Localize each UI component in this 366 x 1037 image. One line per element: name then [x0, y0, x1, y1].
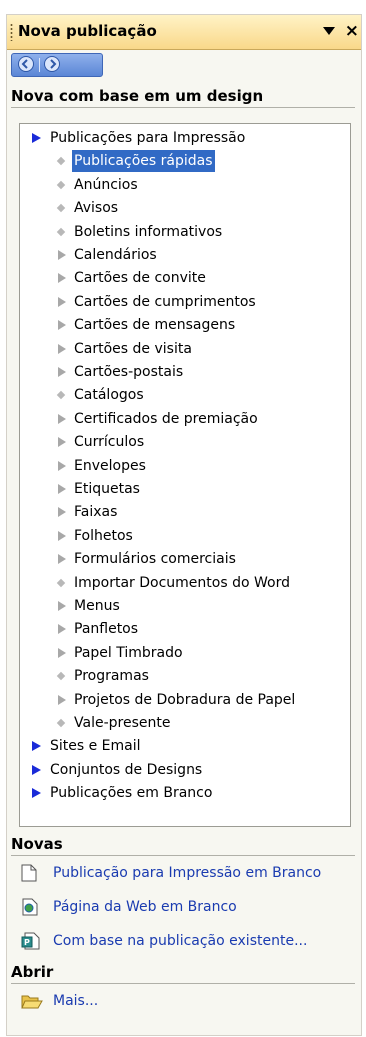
tree-item-label: Menus [74, 598, 120, 614]
web-page-icon [22, 898, 38, 916]
tree-item-label: Cartões de mensagens [74, 317, 236, 334]
expand-arrow-icon [58, 484, 66, 494]
tree-item-label: Papel Timbrado [74, 644, 183, 661]
bullet-dot-icon [56, 718, 66, 728]
close-icon[interactable]: × [345, 21, 359, 41]
tree-item-label: Cartões de cumprimentos [74, 293, 256, 310]
design-section-heading: Nova com base em um design [11, 87, 355, 108]
bullet-dot-icon [56, 227, 66, 236]
tree-item-label: Vale-presente [74, 715, 171, 731]
tree-item-label: Importar Documentos do Word [74, 574, 290, 591]
open-section-heading: Abrir [11, 963, 355, 984]
task-pane-title: Nova publicação [18, 22, 157, 40]
expand-arrow-icon [58, 601, 66, 611]
arrow-left-icon [21, 59, 28, 69]
bullet-dot-icon [56, 203, 66, 213]
back-button[interactable] [18, 56, 34, 72]
bullet-dot-icon [56, 157, 66, 166]
nav-separator [39, 58, 40, 72]
tree-item-label: Avisos [74, 200, 119, 217]
pane-menu-dropdown-icon[interactable] [323, 27, 335, 35]
task-pane-title-bar: Nova publicação × [7, 15, 361, 50]
arrow-right-icon [50, 59, 57, 69]
tree-item-label: Certificados de premiação [74, 410, 258, 427]
forward-button[interactable] [44, 56, 60, 72]
expand-arrow-icon [58, 250, 66, 260]
tree-item-label: Etiquetas [74, 481, 140, 497]
expand-arrow-icon [58, 273, 66, 284]
expand-arrow-icon [58, 554, 66, 565]
tree-item-label: Faixas [74, 504, 118, 521]
from-existing-publication-label: Com base na publicação existente... [53, 933, 308, 949]
tree-item-label: Publicações para Impressão [50, 130, 246, 146]
blank-web-page-label: Página da Web em Branco [53, 899, 237, 915]
expand-arrow-icon [58, 296, 66, 307]
expand-arrow-icon [32, 764, 41, 775]
tree-item-label: Sites e Email [50, 738, 141, 755]
tree-item-label: Currículos [74, 434, 145, 451]
expand-arrow-icon [58, 624, 66, 635]
tree-item-label: Projetos de Dobradura de Papel [74, 691, 296, 708]
expand-arrow-icon [58, 437, 66, 448]
tree-item-label: Publicações rápidas [72, 150, 215, 173]
tree-item-label: Conjuntos de Designs [50, 761, 203, 778]
tree-item-label: Cartões de convite [74, 270, 206, 287]
expand-arrow-icon [32, 788, 41, 799]
task-pane: Nova publicação × Nova com base em um de… [6, 14, 362, 1036]
tree-item-label: Envelopes [74, 457, 146, 474]
tree-item-label: Calendários [74, 247, 157, 263]
tree-item-label: Folhetos [74, 527, 133, 544]
expand-arrow-icon [58, 647, 66, 658]
design-tree: Publicações para Impressão Publicações rá… [19, 123, 351, 827]
expand-arrow-icon [32, 741, 41, 752]
bullet-dot-icon [56, 391, 66, 400]
bullet-dot-icon [56, 180, 66, 190]
svg-text:P: P [24, 938, 30, 947]
expand-arrow-icon [58, 343, 66, 354]
expand-arrow-icon [58, 320, 66, 331]
blank-print-publication-label: Publicação para Impressão em Branco [53, 865, 322, 881]
tree-item-label: Boletins informativos [74, 223, 223, 240]
tree-item-label: Anúncios [74, 176, 138, 193]
expand-arrow-icon [58, 694, 66, 705]
navigation-bar [11, 53, 103, 77]
blank-page-icon [21, 864, 37, 882]
drag-grip-handle[interactable] [10, 23, 13, 41]
tree-item-label: Catálogos [74, 387, 144, 404]
tree-item-label: Panfletos [74, 621, 139, 638]
bullet-dot-icon [56, 578, 66, 587]
expand-arrow-icon [58, 460, 66, 471]
bullet-dot-icon [56, 671, 66, 681]
tree-item-label: Programas [74, 668, 149, 685]
expand-arrow-icon [32, 133, 41, 143]
tree-item-label: Formulários comerciais [74, 551, 236, 568]
expand-arrow-icon [58, 507, 66, 518]
tree-item-label: Publicações em Branco [50, 785, 213, 802]
new-section-heading: Novas [11, 835, 355, 856]
tree-item-label: Cartões-postais [74, 364, 184, 380]
tree-item-label: Cartões de visita [74, 340, 192, 357]
expand-arrow-icon [58, 367, 66, 377]
open-folder-icon [21, 995, 43, 1009]
expand-arrow-icon [58, 530, 66, 541]
publisher-file-icon: P [21, 932, 40, 950]
more-files-label: Mais... [53, 993, 99, 1009]
expand-arrow-icon [58, 413, 66, 424]
